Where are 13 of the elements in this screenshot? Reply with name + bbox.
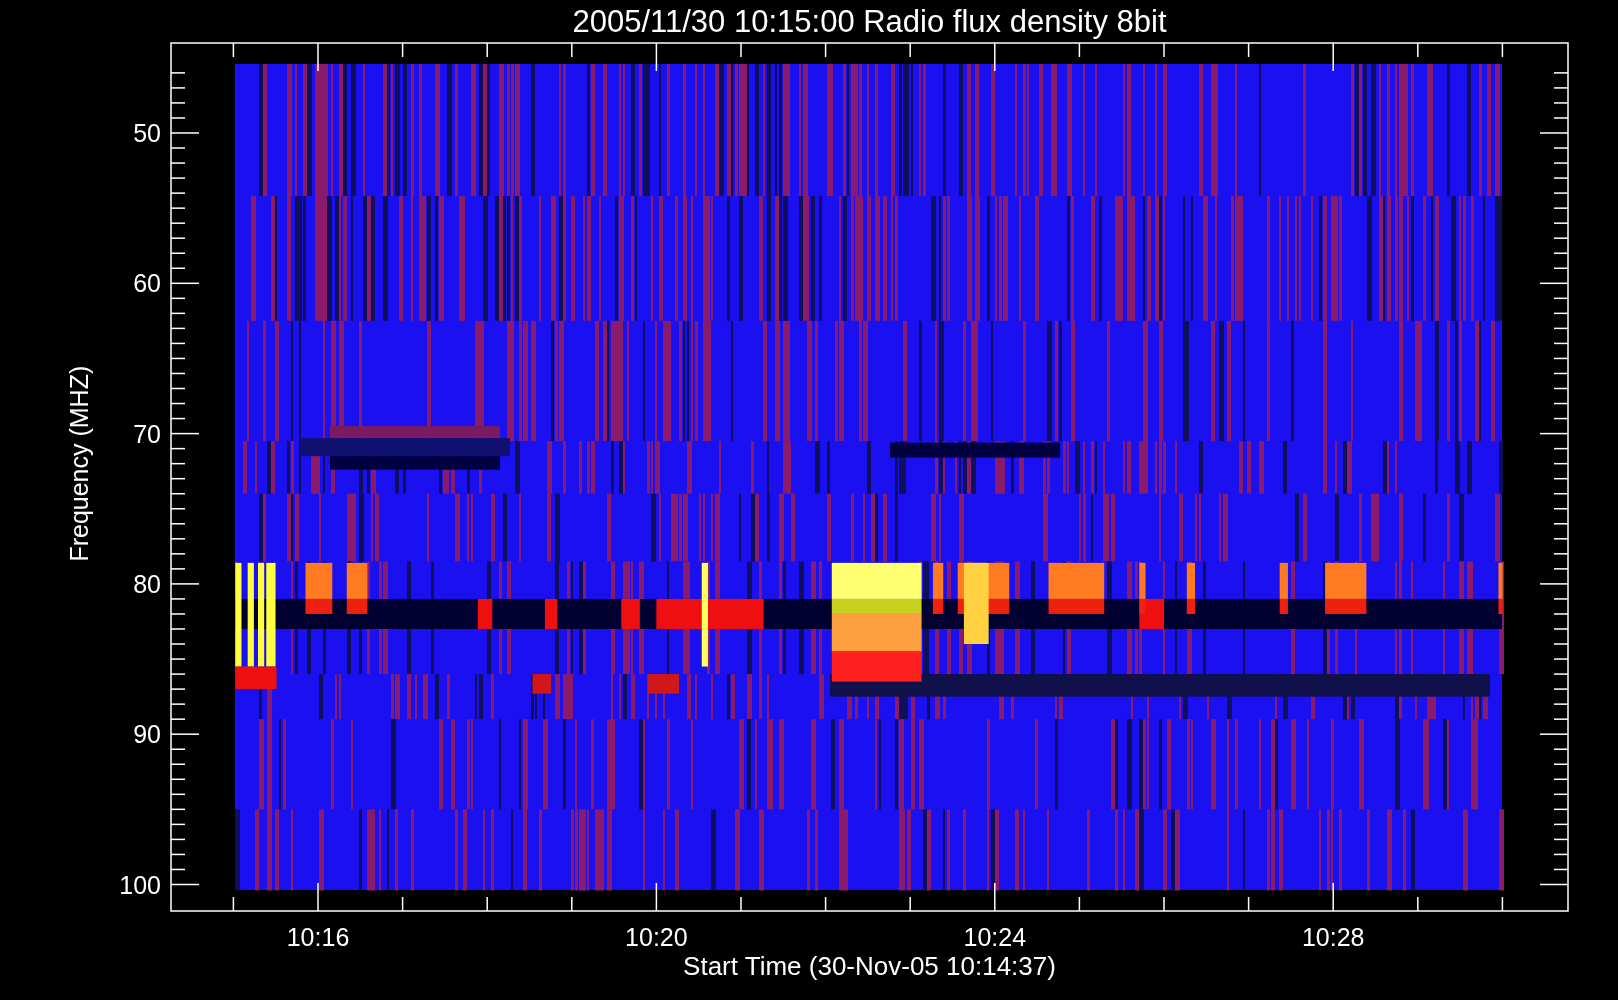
y-tick-label: 90 (133, 720, 161, 749)
x-axis-label: Start Time (30-Nov-05 10:14:37) (683, 951, 1056, 981)
y-tick-label: 100 (119, 870, 161, 899)
x-tick-label: 10:24 (963, 923, 1027, 951)
x-tick-label: 10:16 (286, 923, 350, 951)
x-tick-label: 10:20 (625, 923, 688, 951)
y-axis-label: Frequency (MHZ) (65, 365, 93, 562)
y-tick-label: 60 (133, 269, 161, 298)
x-tick-label: 10:28 (1301, 923, 1365, 951)
y-tick-label: 50 (133, 119, 161, 147)
y-tick-label: 80 (133, 569, 161, 598)
chart-title: 2005/11/30 10:15:00 Radio flux density 8bit (572, 4, 1167, 39)
y-tick-label: 70 (133, 419, 161, 448)
